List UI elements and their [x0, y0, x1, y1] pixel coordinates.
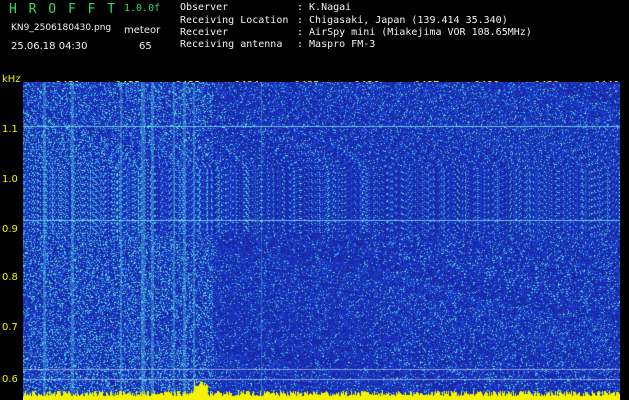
y-tick-label: 1.1 — [2, 124, 18, 135]
spectrogram-canvas — [23, 82, 620, 400]
y-tick-label: 0.9 — [2, 224, 18, 235]
app-title: H R O F F T — [9, 2, 118, 17]
observer-label: Observer — [180, 2, 229, 13]
y-tick-label: 0.7 — [2, 322, 18, 333]
receiver-value: : AirSpy mini (Miakejima VOR 108.65MHz) — [297, 27, 532, 38]
antenna-label: Receiving antenna — [180, 39, 283, 50]
receiver-label: Receiver — [180, 27, 229, 38]
location-label: Receiving Location — [180, 15, 289, 26]
y-tick-label: 0.8 — [2, 272, 18, 283]
mode-label: meteor — [124, 25, 161, 36]
location-value: : Chigasaki, Japan (139.414 35.340) — [297, 15, 508, 26]
y-axis-unit: kHz — [2, 74, 21, 85]
count-label: 65 — [139, 41, 152, 52]
version-label: 1.0.0f — [124, 3, 161, 14]
observer-value: : K.Nagai — [297, 2, 352, 13]
y-tick-label: 1.0 — [2, 174, 18, 185]
antenna-value: : Maspro FM-3 — [297, 39, 376, 50]
y-tick-label: 0.6 — [2, 374, 18, 385]
filename-label: KN9_2506180430.png — [11, 23, 112, 33]
datetime-label: 25.06.18 04:30 — [11, 41, 88, 52]
